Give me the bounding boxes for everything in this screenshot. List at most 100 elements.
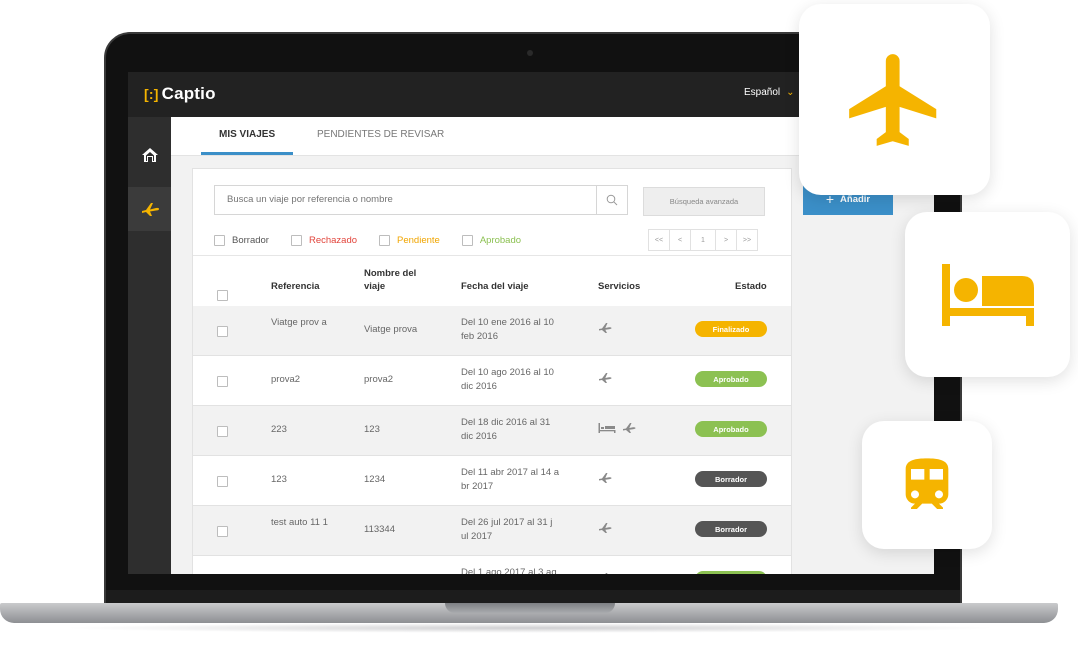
sidebar — [128, 117, 171, 574]
header-estado[interactable]: Estado — [735, 280, 767, 293]
trips-panel: Búsqueda avanzada Borrador Rechazado Pen… — [192, 168, 792, 574]
cell-date: Del 10 ago 2016 al 10 dic 2016 — [461, 367, 554, 392]
last-page-button[interactable]: >> — [736, 229, 758, 251]
header-fecha-del-viaje[interactable]: Fecha del viaje — [461, 280, 529, 293]
first-page-button[interactable]: << — [648, 229, 670, 251]
filter-label: Rechazado — [308, 234, 358, 246]
services-icons — [598, 472, 612, 487]
cell-name: Viatge prova — [364, 324, 418, 335]
prev-page-button[interactable]: < — [669, 229, 691, 251]
status-badge: Borrador — [695, 471, 767, 487]
hotel-card — [905, 212, 1070, 377]
active-tab-indicator — [201, 152, 293, 155]
table-header: Referencia Nombre del viaje Fecha del vi… — [193, 255, 791, 307]
services-icons — [598, 372, 612, 387]
filter-checkbox[interactable] — [379, 234, 391, 246]
status-badge: Aprobado — [695, 371, 767, 387]
cell-reference: 223 — [271, 424, 287, 435]
row-checkbox[interactable] — [217, 476, 228, 487]
cell-name: prova2 — [364, 374, 394, 385]
filter-label: Aprobado — [479, 234, 522, 246]
table-row[interactable]: Del 1 ago 2017 al 3 ag Aprobado — [193, 556, 791, 574]
plane-icon — [622, 422, 636, 437]
cell-name: 113344 — [364, 524, 395, 535]
plane-icon — [598, 472, 612, 487]
sidebar-item-trips[interactable] — [128, 187, 171, 231]
row-checkbox[interactable] — [217, 376, 228, 387]
header-nombre-del-viaje[interactable]: Nombre del viaje — [364, 267, 430, 293]
filter-label: Pendiente — [397, 234, 440, 246]
plane-icon — [598, 522, 612, 537]
advanced-search-button[interactable]: Búsqueda avanzada — [643, 187, 765, 216]
train-card — [862, 421, 992, 549]
language-selector[interactable]: Español ⌄ — [744, 87, 795, 98]
hotel-bed-icon — [941, 263, 1034, 326]
plane-icon — [141, 203, 159, 216]
search-icon — [606, 194, 618, 206]
plane-icon — [598, 372, 612, 387]
header-servicios: Servicios — [598, 281, 641, 292]
cell-reference: Viatge prov a — [271, 317, 327, 328]
pagination: << < 1 > >> — [648, 229, 758, 251]
table-row[interactable]: 123 1234 Del 11 abr 2017 al 14 a br 2017 Bo… — [193, 456, 791, 506]
filter-checkbox[interactable] — [461, 234, 473, 246]
laptop-shadow — [60, 623, 1000, 633]
cell-date: Del 10 ene 2016 al 10 feb 2016 — [461, 317, 554, 342]
airplane-icon — [848, 53, 936, 146]
filter-rechazado[interactable]: Rechazado — [290, 234, 358, 246]
services-icons — [598, 572, 612, 574]
status-badge: Borrador — [695, 521, 767, 537]
cell-date: Del 1 ago 2017 al 3 ag — [461, 567, 557, 574]
laptop-camera — [527, 50, 533, 56]
services-icons — [598, 522, 612, 537]
chevron-down-icon: ⌄ — [786, 87, 795, 98]
services-icons — [598, 322, 612, 337]
flight-card — [799, 4, 990, 195]
tab-pendientes-de-revisar[interactable]: PENDIENTES DE REVISAR — [317, 129, 444, 140]
next-page-button[interactable]: > — [715, 229, 737, 251]
sidebar-item-home[interactable] — [128, 133, 171, 177]
filter-aprobado[interactable]: Aprobado — [461, 234, 522, 246]
status-badge: Aprobado — [695, 421, 767, 437]
cell-date: Del 11 abr 2017 al 14 a br 2017 — [461, 467, 560, 492]
brand-name: Captio — [161, 84, 216, 103]
language-label: Español — [744, 87, 781, 98]
home-icon — [141, 148, 158, 162]
search-input[interactable] — [227, 194, 587, 205]
cell-reference: 123 — [271, 474, 287, 485]
filter-checkbox[interactable] — [290, 234, 302, 246]
bed-icon — [598, 422, 616, 437]
cell-reference: test auto 11 1 — [271, 517, 328, 528]
search-box — [214, 185, 628, 215]
row-checkbox[interactable] — [217, 426, 228, 437]
laptop-hinge — [106, 590, 960, 604]
add-button-label: Añadir — [840, 193, 871, 205]
cell-name: 123 — [364, 424, 380, 435]
status-badge: Aprobado — [695, 571, 767, 574]
brand-logo[interactable]: [:] Captio — [144, 84, 216, 104]
table-row[interactable]: test auto 11 1 113344 Del 26 jul 2017 al 3… — [193, 506, 791, 556]
train-icon — [905, 458, 949, 509]
plane-icon — [598, 572, 612, 574]
filter-label: Borrador — [232, 234, 269, 246]
filter-borrador[interactable]: Borrador — [214, 234, 269, 246]
status-badge: Finalizado — [695, 321, 767, 337]
filter-checkbox[interactable] — [214, 234, 225, 246]
cell-reference: prova2 — [271, 374, 301, 385]
search-button[interactable] — [596, 186, 627, 214]
cell-date: Del 18 dic 2016 al 31 dic 2016 — [461, 417, 551, 442]
header-referencia[interactable]: Referencia — [271, 280, 320, 293]
select-all-checkbox[interactable] — [217, 290, 228, 301]
tab-mis-viajes[interactable]: MIS VIAJES — [219, 129, 275, 140]
row-checkbox[interactable] — [217, 526, 228, 537]
laptop-base-notch — [445, 603, 615, 613]
cell-date: Del 26 jul 2017 al 31 j ul 2017 — [461, 517, 553, 542]
filter-pendiente[interactable]: Pendiente — [379, 234, 440, 246]
table-row[interactable]: 223 123 Del 18 dic 2016 al 31 dic 2016 Apro… — [193, 406, 791, 456]
current-page[interactable]: 1 — [690, 229, 716, 251]
cell-name: 1234 — [364, 474, 386, 485]
table-row[interactable]: prova2 prova2 Del 10 ago 2016 al 10 dic 20… — [193, 356, 791, 406]
table-row[interactable]: Viatge prov a Viatge prova Del 10 ene 2016… — [193, 306, 791, 356]
status-filters: Borrador Rechazado Pendiente Aprobado — [214, 231, 543, 249]
row-checkbox[interactable] — [217, 326, 228, 337]
